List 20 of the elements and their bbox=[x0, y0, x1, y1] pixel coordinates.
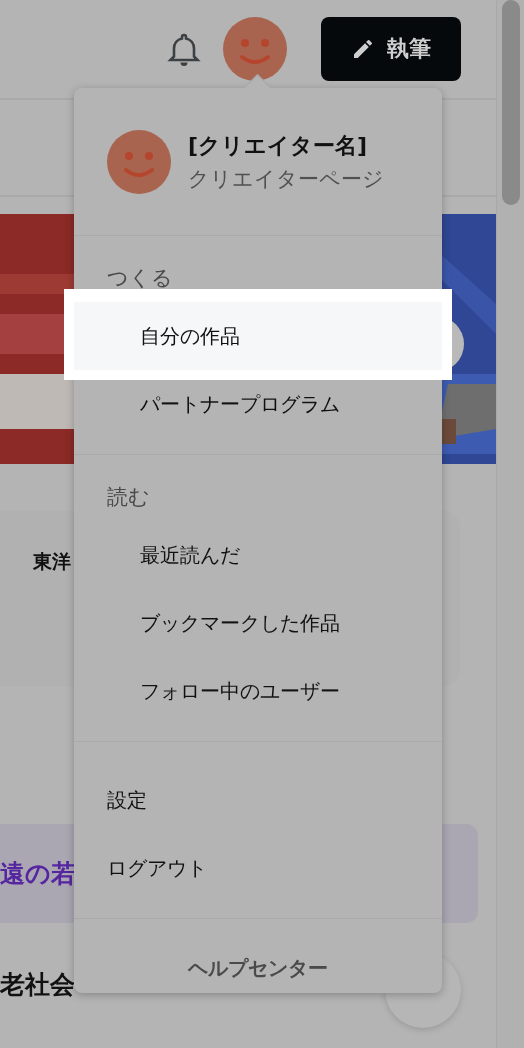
creator-name: [クリエイター名] bbox=[188, 131, 369, 160]
card-title: 東洋 bbox=[33, 550, 71, 572]
bell-icon[interactable] bbox=[167, 31, 202, 67]
creator-page-link[interactable]: クリエイターページ bbox=[188, 164, 384, 193]
help-center-link[interactable]: ヘルプセンター bbox=[188, 955, 328, 985]
menu-item[interactable]: 自分の作品 bbox=[74, 302, 442, 370]
menu-item[interactable]: ログアウト bbox=[74, 834, 442, 902]
avatar-button[interactable] bbox=[223, 17, 288, 81]
banner-text: 遠の若 bbox=[0, 858, 76, 890]
menu-item[interactable]: ブックマークした作品 bbox=[74, 589, 442, 657]
profile-avatar bbox=[107, 129, 171, 194]
menu-item[interactable]: パートナープログラム bbox=[74, 370, 442, 438]
write-button[interactable]: 執筆 bbox=[321, 17, 462, 81]
menu-item[interactable]: 設定 bbox=[74, 766, 442, 834]
menu-item[interactable]: フォロー中のユーザー bbox=[74, 657, 442, 725]
section-title: つくる bbox=[107, 265, 173, 292]
scrollbar-thumb[interactable] bbox=[501, 0, 520, 205]
section-title: 読む bbox=[107, 484, 150, 511]
section-heading: 老社会 bbox=[0, 969, 75, 1001]
menu-item[interactable]: 最近読んだ bbox=[74, 521, 442, 589]
